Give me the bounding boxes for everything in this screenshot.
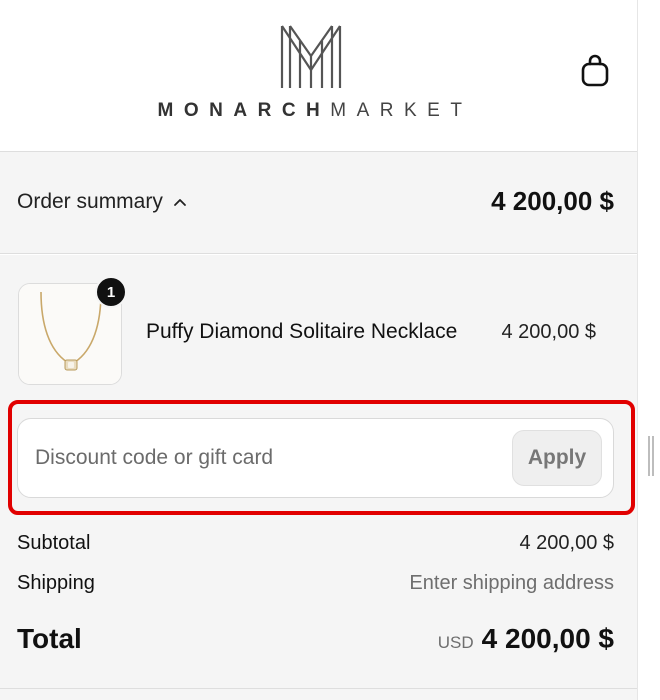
header: MONARCHMARKET (0, 0, 637, 152)
line-item: 1 Puffy Diamond Solitaire Necklace 4 200… (18, 276, 618, 385)
discount-field: Apply (17, 418, 614, 498)
cart-button[interactable] (578, 52, 612, 90)
currency-code: USD (437, 633, 474, 652)
quantity-badge: 1 (95, 276, 127, 308)
total-value-group: USD 4 200,00 $ (438, 623, 614, 655)
logo[interactable]: MONARCHMARKET (140, 20, 490, 130)
apply-discount-button[interactable]: Apply (512, 430, 602, 486)
total-row: Total USD 4 200,00 $ (17, 623, 614, 655)
shopping-bag-icon (581, 54, 609, 87)
order-summary-bar: Order summary 4 200,00 $ (0, 152, 637, 254)
discount-code-input[interactable] (18, 419, 508, 497)
window-edge (637, 0, 660, 700)
resize-handle[interactable] (648, 436, 654, 476)
subtotal-row: Subtotal 4 200,00 $ (17, 532, 614, 555)
subtotal-value: 4 200,00 $ (519, 532, 614, 554)
shipping-value: Enter shipping address (409, 572, 614, 594)
checkout-page: MONARCHMARKET Order summary 4 200,00 $ 1… (0, 0, 637, 700)
total-label: Total (17, 623, 82, 654)
order-summary-label: Order summary (17, 190, 163, 213)
shipping-row: Shipping Enter shipping address (17, 572, 614, 595)
order-details: 1 Puffy Diamond Solitaire Necklace 4 200… (0, 255, 637, 700)
order-summary-toggle[interactable]: Order summary (17, 190, 187, 214)
divider (0, 688, 637, 689)
brand-name-light: MARKET (330, 100, 473, 121)
subtotal-label: Subtotal (17, 532, 91, 554)
chevron-up-icon (173, 199, 186, 206)
brand-wordmark: MONARCHMARKET (140, 100, 490, 122)
product-price: 4 200,00 $ (501, 321, 596, 343)
product-name: Puffy Diamond Solitaire Necklace (146, 320, 458, 343)
brand-name-bold: MONARCH (157, 100, 331, 121)
monarch-monogram-icon (280, 25, 342, 88)
total-amount: 4 200,00 $ (481, 623, 614, 654)
order-summary-total: 4 200,00 $ (491, 186, 614, 216)
shipping-label: Shipping (17, 572, 95, 594)
